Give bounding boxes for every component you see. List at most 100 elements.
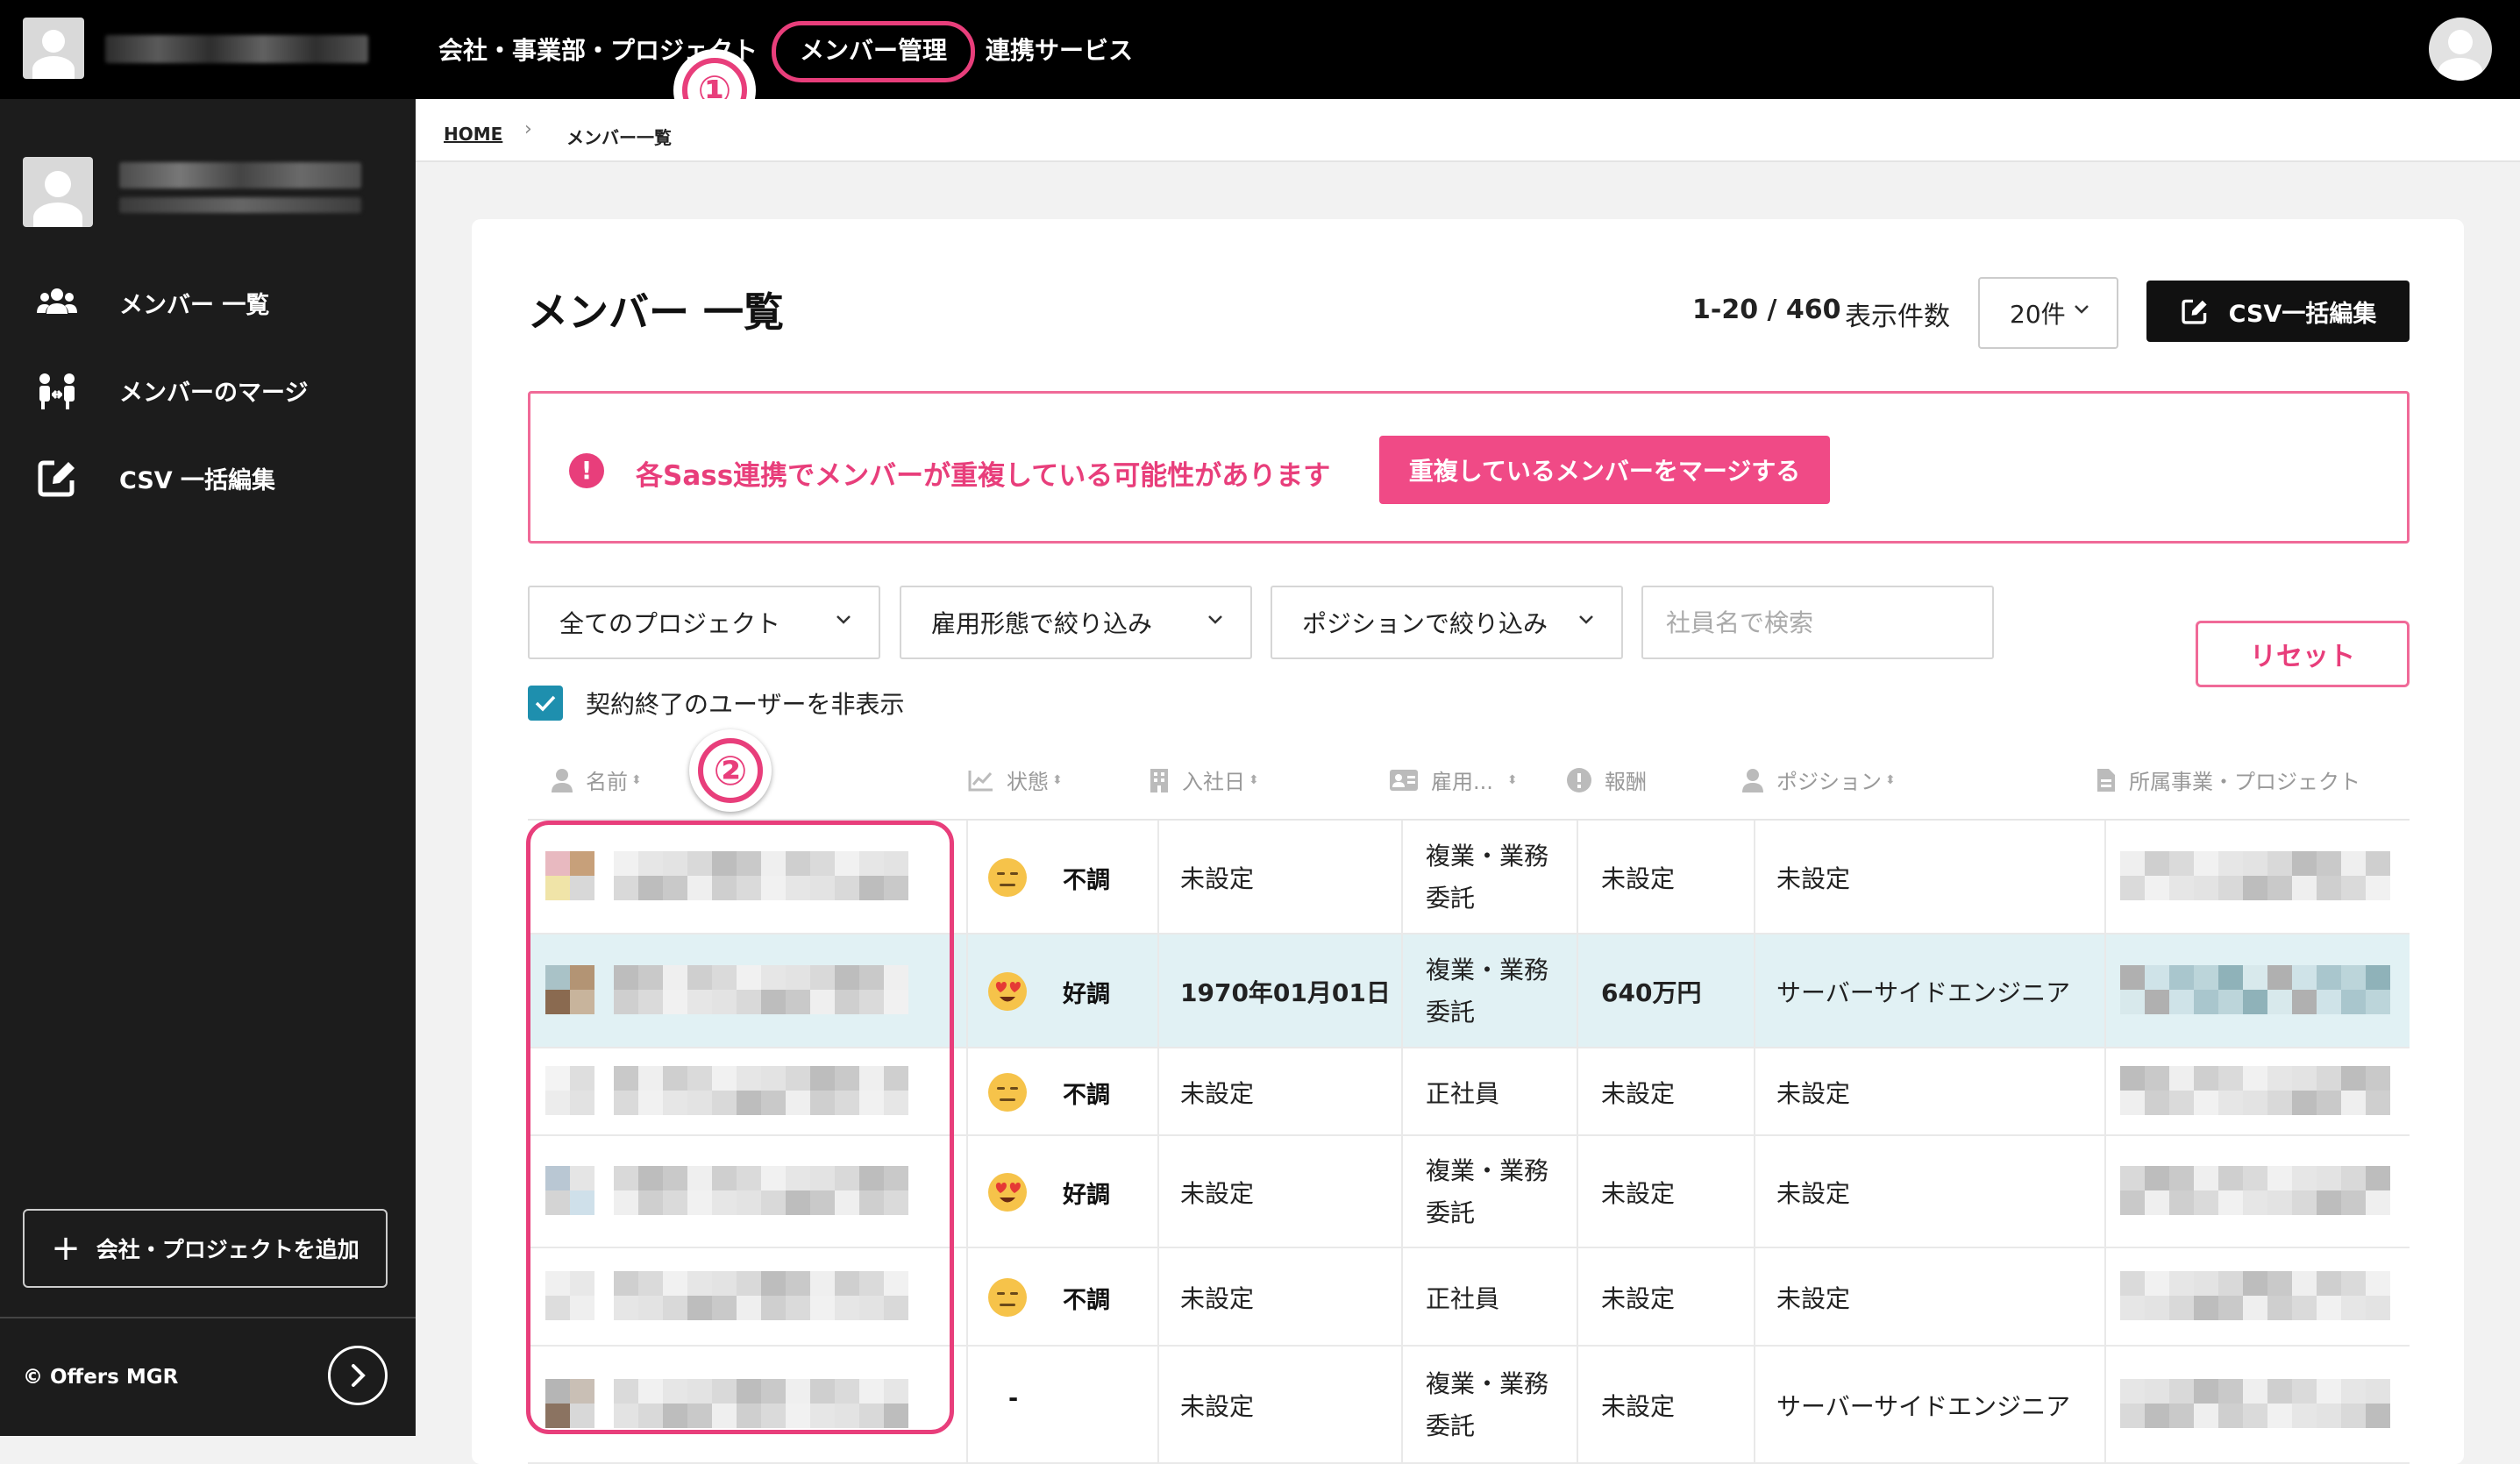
heart-eyes-icon	[987, 1172, 1045, 1212]
employment-cell: 複業・業務 委託	[1426, 1156, 1549, 1227]
merge-duplicates-button[interactable]: 重複しているメンバーをマージする	[1379, 436, 1830, 504]
join-date-cell: 1970年01月01日	[1180, 978, 1391, 1007]
status-label: 好調	[1063, 980, 1110, 1008]
breadcrumb: HOME › メンバー一覧	[416, 99, 2520, 162]
user-avatar[interactable]	[2429, 18, 2492, 81]
chevron-down-icon	[2075, 305, 2089, 314]
avatar-redacted	[545, 851, 594, 900]
employment-cell: 複業・業務 委託	[1426, 956, 1549, 1027]
group-icon	[37, 288, 77, 314]
organization-name-redacted	[105, 35, 368, 63]
column-divider	[1157, 1048, 1159, 1134]
position-cell: 未設定	[1776, 1079, 1851, 1108]
column-divider	[2104, 1248, 2106, 1345]
breadcrumb-home-link[interactable]: HOME	[444, 124, 502, 145]
status-cell: 好調	[966, 1172, 1110, 1212]
nav-integrations[interactable]: 連携サービス	[986, 32, 1133, 67]
column-header-status[interactable]: 状態 ⬍	[968, 764, 1063, 795]
hide-terminated-checkbox[interactable]	[528, 686, 563, 721]
column-divider	[1157, 1347, 1159, 1462]
table-row[interactable]: 好調 未設定 複業・業務 委託 未設定 未設定	[528, 1136, 2410, 1248]
table-row[interactable]: 不調 未設定 正社員 未設定 未設定	[528, 1048, 2410, 1136]
status-label: 好調	[1063, 1181, 1110, 1209]
member-name-redacted	[614, 1066, 908, 1115]
column-divider	[2104, 1136, 2106, 1247]
employment-cell: 複業・業務 委託	[1426, 842, 1549, 913]
status-cell: 不調	[966, 1277, 1110, 1318]
column-header-position[interactable]: ポジション ⬍	[1741, 764, 1896, 795]
column-divider	[1754, 1136, 1755, 1247]
member-name-redacted	[614, 1166, 908, 1215]
checkmark-icon	[535, 695, 556, 712]
table-row[interactable]: 不調 未設定 正社員 未設定 未設定	[528, 1248, 2410, 1347]
project-redacted	[2120, 1066, 2390, 1115]
join-date-cell: 未設定	[1180, 1179, 1255, 1208]
join-date-cell: 未設定	[1180, 864, 1255, 893]
salary-cell: 未設定	[1601, 1079, 1676, 1108]
employment-cell: 複業・業務 委託	[1426, 1369, 1549, 1440]
sidebar-avatar	[23, 157, 93, 227]
column-divider	[1577, 821, 1578, 933]
csv-bulk-edit-button[interactable]: CSV一括編集	[2146, 281, 2410, 342]
column-header-projects: 所属事業・プロジェクト	[2096, 764, 2360, 795]
breadcrumb-current: メンバー一覧	[566, 127, 672, 148]
heart-eyes-icon	[987, 971, 1045, 1012]
join-date-cell: 未設定	[1180, 1284, 1255, 1313]
nav-member-management[interactable]: メンバー管理	[800, 32, 947, 67]
column-divider	[1401, 1248, 1403, 1345]
position-cell: サーバーサイドエンジニア	[1776, 1392, 2071, 1421]
chevron-down-icon	[1208, 615, 1222, 624]
column-divider	[1401, 1048, 1403, 1134]
per-page-select[interactable]: 20件	[1978, 277, 2118, 349]
project-redacted	[2120, 1271, 2390, 1320]
sidebar-item-member-list[interactable]: メンバー 一覧	[35, 276, 403, 329]
status-cell: 不調	[966, 857, 1110, 898]
table-row[interactable]: 不調 未設定 複業・業務 委託 未設定 未設定	[528, 821, 2410, 935]
trend-chart-icon	[968, 770, 993, 791]
column-divider	[1754, 1048, 1755, 1134]
column-divider	[1577, 1347, 1578, 1462]
add-company-project-button[interactable]: + 会社・プロジェクトを追加	[23, 1209, 388, 1288]
per-page-label: 表示件数	[1845, 302, 1950, 332]
sort-icon: ⬍	[1506, 772, 1518, 787]
sidebar-collapse-button[interactable]	[328, 1346, 388, 1405]
chevron-down-icon	[1579, 615, 1593, 624]
position-filter-select[interactable]: ポジションで絞り込み	[1271, 586, 1623, 659]
member-name-redacted	[614, 965, 908, 1014]
chevron-right-icon	[352, 1364, 366, 1387]
column-header-name[interactable]: 名前 ⬍	[551, 764, 642, 795]
sort-icon: ⬍	[1249, 772, 1259, 787]
position-cell: サーバーサイドエンジニア	[1776, 978, 2071, 1007]
column-divider	[1754, 935, 1755, 1047]
edit-square-icon	[38, 460, 75, 497]
employee-search-input[interactable]	[1641, 586, 1994, 659]
member-list-card: メンバー 一覧 1-20 / 460 表示件数 20件 CSV一括編集 ! 各S…	[472, 219, 2464, 1464]
sidebar-item-label: メンバー 一覧	[119, 291, 270, 319]
status-cell: 好調	[966, 971, 1110, 1012]
table-row[interactable]: - 未設定 複業・業務 委託 未設定 サーバーサイドエンジニア	[528, 1347, 2410, 1464]
column-divider	[1577, 1048, 1578, 1134]
column-header-join-date[interactable]: 入社日 ⬍	[1149, 764, 1259, 795]
organization-avatar[interactable]	[23, 18, 84, 79]
sidebar-item-label: CSV 一括編集	[119, 466, 276, 494]
column-divider	[1577, 1248, 1578, 1345]
column-divider	[1157, 1136, 1159, 1247]
salary-cell: 未設定	[1601, 1284, 1676, 1313]
employment-filter-select[interactable]: 雇用形態で絞り込み	[900, 586, 1252, 659]
position-cell: 未設定	[1776, 1284, 1851, 1313]
sidebar-item-member-merge[interactable]: メンバーのマージ	[35, 364, 403, 416]
project-filter-select[interactable]: 全てのプロジェクト	[528, 586, 880, 659]
sidebar-item-label: メンバーのマージ	[119, 379, 309, 407]
employment-cell: 正社員	[1426, 1284, 1500, 1313]
reset-button[interactable]: リセット	[2196, 621, 2410, 687]
join-date-cell: 未設定	[1180, 1392, 1255, 1421]
avatar-redacted	[545, 965, 594, 1014]
chevron-right-icon: ›	[524, 118, 532, 140]
project-redacted	[2120, 1379, 2390, 1428]
sidebar-item-csv-edit[interactable]: CSV 一括編集	[35, 451, 403, 504]
table-row[interactable]: 好調 1970年01月01日 複業・業務 委託 640万円 サーバーサイドエンジニア	[528, 935, 2410, 1048]
column-divider	[1754, 1347, 1755, 1462]
status-cell: -	[966, 1385, 1018, 1412]
neutral-face-icon	[987, 1072, 1045, 1112]
column-header-employment[interactable]: 雇用... ⬍	[1389, 764, 1518, 795]
